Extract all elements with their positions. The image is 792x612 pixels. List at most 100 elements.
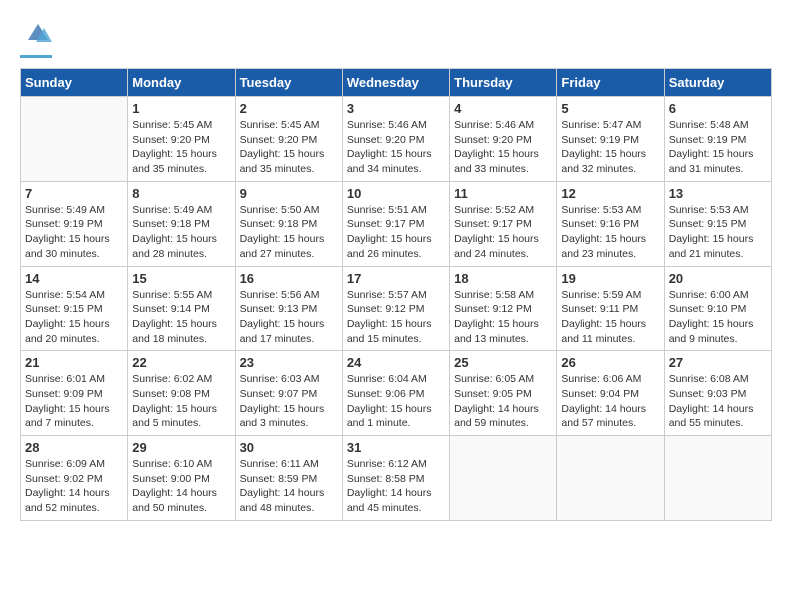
weekday-header-wednesday: Wednesday: [342, 69, 449, 97]
logo-divider: [20, 55, 52, 58]
day-info: Sunrise: 5:59 AMSunset: 9:11 PMDaylight:…: [561, 288, 659, 347]
calendar-cell: 4 Sunrise: 5:46 AMSunset: 9:20 PMDaylight…: [450, 97, 557, 182]
calendar-cell: 22 Sunrise: 6:02 AMSunset: 9:08 PMDayligh…: [128, 351, 235, 436]
weekday-header-sunday: Sunday: [21, 69, 128, 97]
calendar-cell: 16Sunrise: 5:56 AMSunset: 9:13 PMDayligh…: [235, 266, 342, 351]
day-info: Sunrise: 5:51 AMSunset: 9:17 PMDaylight:…: [347, 203, 445, 262]
logo-icon: [24, 20, 52, 53]
calendar-cell: 29Sunrise: 6:10 AMSunset: 9:00 PMDayligh…: [128, 436, 235, 521]
day-info: Sunrise: 5:55 AMSunset: 9:14 PMDaylight:…: [132, 288, 230, 347]
day-info: Sunrise: 6:10 AMSunset: 9:00 PMDaylight:…: [132, 457, 230, 516]
calendar-cell: 15 Sunrise: 5:55 AMSunset: 9:14 PMDayligh…: [128, 266, 235, 351]
day-number: 28: [25, 440, 123, 455]
calendar-cell: 2Sunrise: 5:45 AMSunset: 9:20 PMDaylight…: [235, 97, 342, 182]
day-info: Sunrise: 5:49 AMSunset: 9:19 PMDaylight:…: [25, 203, 123, 262]
day-number: 26: [561, 355, 659, 370]
day-number: 5: [561, 101, 659, 116]
calendar-cell: [450, 436, 557, 521]
day-info: Sunrise: 6:08 AMSunset: 9:03 PMDaylight:…: [669, 372, 767, 431]
day-info: Sunrise: 5:53 AMSunset: 9:15 PMDaylight:…: [669, 203, 767, 262]
calendar-cell: 1 Sunrise: 5:45 AMSunset: 9:20 PMDaylight…: [128, 97, 235, 182]
day-number: 31: [347, 440, 445, 455]
calendar-cell: 31 Sunrise: 6:12 AMSunset: 8:58 PMDayligh…: [342, 436, 449, 521]
calendar-cell: 8 Sunrise: 5:49 AMSunset: 9:18 PMDaylight…: [128, 181, 235, 266]
day-number: 13: [669, 186, 767, 201]
day-number: 4: [454, 101, 552, 116]
calendar-cell: 19 Sunrise: 5:59 AMSunset: 9:11 PMDayligh…: [557, 266, 664, 351]
day-info: Sunrise: 5:46 AMSunset: 9:20 PMDaylight:…: [454, 118, 552, 177]
day-info: Sunrise: 5:45 AMSunset: 9:20 PMDaylight:…: [240, 118, 338, 177]
day-info: Sunrise: 5:49 AMSunset: 9:18 PMDaylight:…: [132, 203, 230, 262]
calendar-cell: 18 Sunrise: 5:58 AMSunset: 9:12 PMDayligh…: [450, 266, 557, 351]
day-info: Sunrise: 5:58 AMSunset: 9:12 PMDaylight:…: [454, 288, 552, 347]
day-info: Sunrise: 5:48 AMSunset: 9:19 PMDaylight:…: [669, 118, 767, 177]
day-info: Sunrise: 6:03 AMSunset: 9:07 PMDaylight:…: [240, 372, 338, 431]
calendar-cell: 13 Sunrise: 5:53 AMSunset: 9:15 PMDayligh…: [664, 181, 771, 266]
day-number: 23: [240, 355, 338, 370]
day-info: Sunrise: 6:12 AMSunset: 8:58 PMDaylight:…: [347, 457, 445, 516]
day-number: 21: [25, 355, 123, 370]
day-info: Sunrise: 6:02 AMSunset: 9:08 PMDaylight:…: [132, 372, 230, 431]
day-number: 11: [454, 186, 552, 201]
weekday-header-tuesday: Tuesday: [235, 69, 342, 97]
day-info: Sunrise: 5:52 AMSunset: 9:17 PMDaylight:…: [454, 203, 552, 262]
day-info: Sunrise: 6:00 AMSunset: 9:10 PMDaylight:…: [669, 288, 767, 347]
calendar-week-3: 14 Sunrise: 5:54 AMSunset: 9:15 PMDayligh…: [21, 266, 772, 351]
day-number: 10: [347, 186, 445, 201]
day-number: 3: [347, 101, 445, 116]
weekday-header-thursday: Thursday: [450, 69, 557, 97]
day-number: 30: [240, 440, 338, 455]
day-number: 6: [669, 101, 767, 116]
day-number: 1: [132, 101, 230, 116]
day-number: 12: [561, 186, 659, 201]
day-info: Sunrise: 5:45 AMSunset: 9:20 PMDaylight:…: [132, 118, 230, 177]
day-number: 24: [347, 355, 445, 370]
day-number: 27: [669, 355, 767, 370]
calendar-cell: 23 Sunrise: 6:03 AMSunset: 9:07 PMDayligh…: [235, 351, 342, 436]
day-info: Sunrise: 6:09 AMSunset: 9:02 PMDaylight:…: [25, 457, 123, 516]
weekday-header-friday: Friday: [557, 69, 664, 97]
calendar-cell: 7 Sunrise: 5:49 AMSunset: 9:19 PMDaylight…: [21, 181, 128, 266]
calendar-cell: 6 Sunrise: 5:48 AMSunset: 9:19 PMDaylight…: [664, 97, 771, 182]
calendar-cell: [21, 97, 128, 182]
weekday-header-saturday: Saturday: [664, 69, 771, 97]
calendar-cell: 12Sunrise: 5:53 AMSunset: 9:16 PMDayligh…: [557, 181, 664, 266]
calendar-cell: 20Sunrise: 6:00 AMSunset: 9:10 PMDayligh…: [664, 266, 771, 351]
calendar-cell: 17Sunrise: 5:57 AMSunset: 9:12 PMDayligh…: [342, 266, 449, 351]
day-number: 7: [25, 186, 123, 201]
calendar-cell: 30Sunrise: 6:11 AMSunset: 8:59 PMDayligh…: [235, 436, 342, 521]
day-number: 17: [347, 271, 445, 286]
day-info: Sunrise: 5:54 AMSunset: 9:15 PMDaylight:…: [25, 288, 123, 347]
calendar-week-4: 21Sunrise: 6:01 AMSunset: 9:09 PMDayligh…: [21, 351, 772, 436]
calendar-cell: 28 Sunrise: 6:09 AMSunset: 9:02 PMDayligh…: [21, 436, 128, 521]
day-number: 9: [240, 186, 338, 201]
calendar-cell: 9 Sunrise: 5:50 AMSunset: 9:18 PMDaylight…: [235, 181, 342, 266]
calendar-cell: 5Sunrise: 5:47 AMSunset: 9:19 PMDaylight…: [557, 97, 664, 182]
calendar-cell: 21Sunrise: 6:01 AMSunset: 9:09 PMDayligh…: [21, 351, 128, 436]
day-number: 8: [132, 186, 230, 201]
calendar-cell: 26 Sunrise: 6:06 AMSunset: 9:04 PMDayligh…: [557, 351, 664, 436]
day-info: Sunrise: 6:06 AMSunset: 9:04 PMDaylight:…: [561, 372, 659, 431]
calendar-cell: 25Sunrise: 6:05 AMSunset: 9:05 PMDayligh…: [450, 351, 557, 436]
page-header: [20, 20, 772, 58]
day-number: 14: [25, 271, 123, 286]
calendar-cell: 27 Sunrise: 6:08 AMSunset: 9:03 PMDayligh…: [664, 351, 771, 436]
calendar-week-5: 28 Sunrise: 6:09 AMSunset: 9:02 PMDayligh…: [21, 436, 772, 521]
calendar-header-row: SundayMondayTuesdayWednesdayThursdayFrid…: [21, 69, 772, 97]
calendar-table: SundayMondayTuesdayWednesdayThursdayFrid…: [20, 68, 772, 521]
day-info: Sunrise: 5:50 AMSunset: 9:18 PMDaylight:…: [240, 203, 338, 262]
weekday-header-monday: Monday: [128, 69, 235, 97]
calendar-cell: 11 Sunrise: 5:52 AMSunset: 9:17 PMDayligh…: [450, 181, 557, 266]
day-number: 22: [132, 355, 230, 370]
logo: [20, 20, 52, 58]
calendar-cell: [664, 436, 771, 521]
calendar-week-1: 1 Sunrise: 5:45 AMSunset: 9:20 PMDaylight…: [21, 97, 772, 182]
day-info: Sunrise: 6:05 AMSunset: 9:05 PMDaylight:…: [454, 372, 552, 431]
day-number: 19: [561, 271, 659, 286]
day-number: 18: [454, 271, 552, 286]
day-info: Sunrise: 5:46 AMSunset: 9:20 PMDaylight:…: [347, 118, 445, 177]
calendar-cell: 3 Sunrise: 5:46 AMSunset: 9:20 PMDaylight…: [342, 97, 449, 182]
day-number: 15: [132, 271, 230, 286]
calendar-cell: 10 Sunrise: 5:51 AMSunset: 9:17 PMDayligh…: [342, 181, 449, 266]
calendar-cell: 14 Sunrise: 5:54 AMSunset: 9:15 PMDayligh…: [21, 266, 128, 351]
